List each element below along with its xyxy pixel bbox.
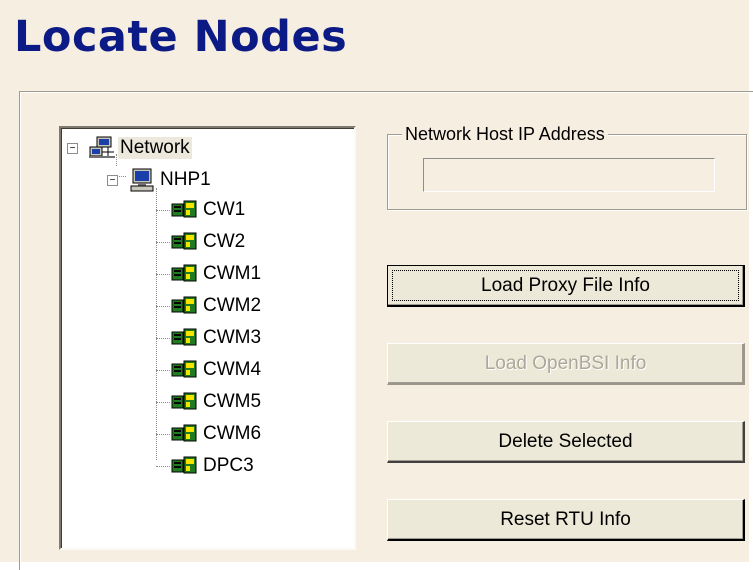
rtu-icon [171, 296, 197, 314]
delete-selected-button[interactable]: Delete Selected [387, 421, 745, 463]
rtu-icon [171, 328, 197, 346]
computer-icon [130, 168, 154, 192]
page-title: Locate Nodes [14, 12, 348, 62]
tree-item-rtu[interactable]: DPC3 [171, 454, 256, 478]
collapse-icon[interactable]: − [67, 142, 78, 154]
tree-item-rtu[interactable]: CWM6 [171, 422, 263, 446]
tree-item-rtu[interactable]: CWM2 [171, 294, 263, 318]
tree-item-label: CWM3 [203, 327, 262, 348]
rtu-icon [171, 456, 197, 474]
button-label: Delete Selected [498, 430, 633, 452]
button-label: Reset RTU Info [500, 508, 631, 530]
host-ip-label: Network Host IP Address [402, 124, 608, 145]
tree-item-nhp1[interactable]: − NHP1 [107, 168, 213, 192]
tree-item-rtu[interactable]: CWM1 [171, 262, 263, 286]
tree-item-label: CWM5 [203, 391, 262, 412]
tree-connector [156, 306, 170, 307]
reset-rtu-info-button[interactable]: Reset RTU Info [387, 499, 745, 541]
button-label: Load OpenBSI Info [484, 352, 647, 374]
tree-connector [156, 210, 170, 211]
rtu-icon [171, 232, 197, 250]
tree-connector [156, 466, 170, 467]
rtu-icon [171, 392, 197, 410]
tree-connector [156, 188, 157, 460]
load-proxy-file-button[interactable]: Load Proxy File Info [387, 265, 745, 307]
focus-outline [392, 270, 739, 301]
network-icon [89, 136, 115, 158]
tree-item-label: NHP1 [160, 169, 211, 190]
tree-item-rtu[interactable]: CW2 [171, 230, 247, 254]
tree-item-rtu[interactable]: CWM3 [171, 326, 263, 350]
tree-item-label: CW2 [203, 231, 246, 252]
tree-item-label: CWM2 [203, 295, 262, 316]
rtu-icon [171, 200, 197, 218]
tree-item-label: CWM4 [203, 359, 262, 380]
tree-item-label: CWM1 [203, 263, 262, 284]
tree-item-rtu[interactable]: CWM5 [171, 390, 263, 414]
tree-item-label: CWM6 [203, 423, 262, 444]
tree-item-network[interactable]: − Network [67, 136, 192, 160]
tree-item-label: Network [118, 137, 192, 159]
load-openbsi-button[interactable]: Load OpenBSI Info [387, 343, 745, 385]
tree-connector [156, 434, 170, 435]
rtu-icon [171, 424, 197, 442]
tree-item-label: CW1 [203, 199, 246, 220]
tree-item-label: DPC3 [203, 455, 254, 476]
tree-connector [156, 402, 170, 403]
tree-item-rtu[interactable]: CW1 [171, 198, 247, 222]
tree-connector [156, 338, 170, 339]
host-ip-field[interactable] [423, 158, 715, 192]
tree-connector [156, 370, 170, 371]
rtu-icon [171, 264, 197, 282]
network-tree-view[interactable]: − Network − NHP1 CW1 CW2 CWM1 CWM2 CWM3 CWM4 C… [59, 126, 356, 550]
tree-item-rtu[interactable]: CWM4 [171, 358, 263, 382]
tree-connector [156, 242, 170, 243]
collapse-icon[interactable]: − [107, 174, 118, 186]
rtu-icon [171, 360, 197, 378]
tree-connector [156, 274, 170, 275]
